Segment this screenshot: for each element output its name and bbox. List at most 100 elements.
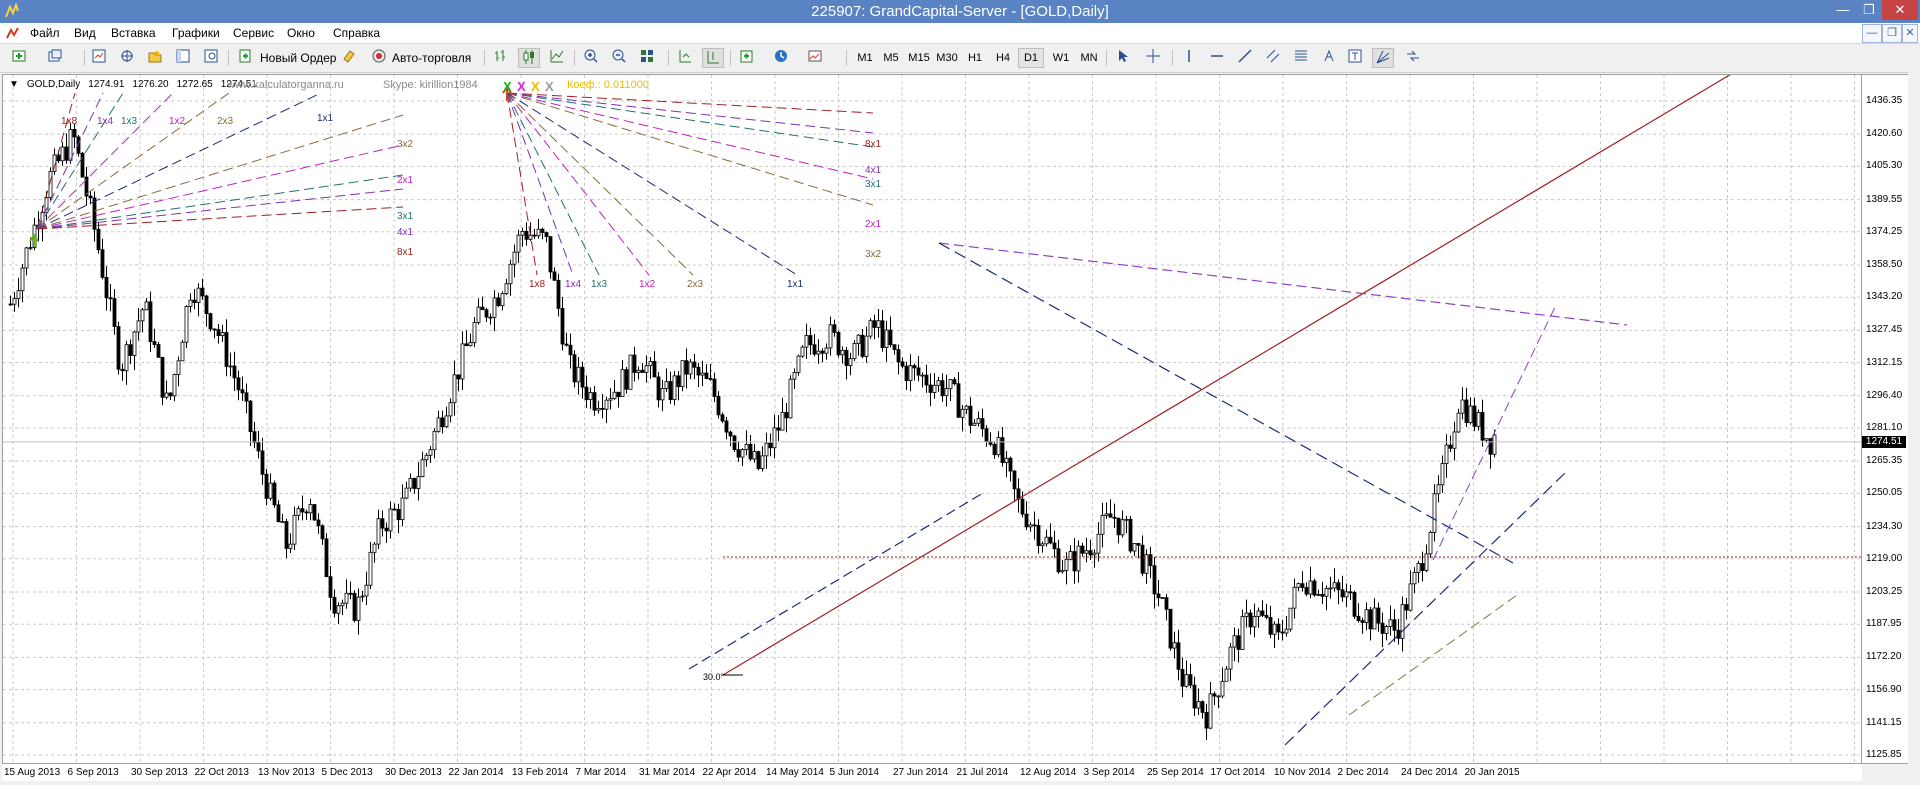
zoom-in-icon[interactable] [580, 48, 602, 68]
price-tick-label: 1125.85 [1866, 749, 1902, 760]
candle-body [924, 374, 929, 386]
candle-body [444, 415, 449, 428]
indicators-icon[interactable] [736, 48, 758, 68]
templates-icon[interactable] [804, 48, 826, 68]
arrows-icon[interactable] [1402, 48, 1424, 68]
menu-insert[interactable]: Вставка [111, 26, 156, 40]
chart-window-icon[interactable] [5, 25, 21, 41]
candle-body [124, 344, 129, 372]
auto-trading-button[interactable]: Авто-торговля [392, 48, 471, 68]
new-order-icon[interactable] [234, 48, 256, 68]
text-icon[interactable] [1318, 48, 1340, 68]
time-axis[interactable]: 15 Aug 2013 6 Sep 2013 30 Sep 2013 22 Oct 2… [2, 764, 1862, 781]
candle-body [288, 543, 293, 549]
timeframe-m1[interactable]: M1 [852, 48, 878, 68]
gann-fan-icon[interactable] [1372, 48, 1394, 68]
new-chart-icon[interactable] [8, 48, 30, 68]
timeframe-m5[interactable]: M5 [878, 48, 904, 68]
menu-file[interactable]: Файл [30, 26, 60, 40]
candle-body [1308, 580, 1313, 595]
chart-shift-icon[interactable] [702, 48, 724, 68]
price-chart[interactable]: ▼ GOLD,Daily 1274.91 1276.20 1272.65 1274.51 … [2, 74, 1862, 764]
timeframe-w1[interactable]: W1 [1048, 48, 1074, 68]
timeframe-m30[interactable]: M30 [934, 48, 960, 68]
auto-trading-icon[interactable] [368, 48, 390, 68]
time-tick-label: 30 Dec 2013 [385, 767, 442, 778]
menu-charts[interactable]: Графики [172, 26, 220, 40]
navigator-icon[interactable] [144, 48, 166, 68]
time-tick-label: 13 Nov 2013 [258, 767, 315, 778]
marker-x-gray[interactable]: X [545, 79, 554, 94]
time-tick-label: 15 Aug 2013 [4, 767, 61, 778]
price-tick-label: 1405.30 [1866, 160, 1903, 172]
menu-tools[interactable]: Сервис [233, 26, 274, 40]
candle-body [632, 354, 637, 373]
zoom-out-icon[interactable] [608, 48, 630, 68]
data-window-icon[interactable] [116, 48, 138, 68]
timeframe-d1[interactable]: D1 [1018, 48, 1044, 68]
terminal-icon[interactable] [172, 48, 194, 68]
new-order-button[interactable]: Новый Ордер [260, 48, 336, 68]
candle-body [980, 418, 985, 430]
candle-body [1132, 543, 1137, 552]
price-axis[interactable]: 1436.35 1420.60 1405.30 1389.55 1374.25 1358.… [1862, 74, 1908, 764]
candle-body [544, 232, 549, 237]
marker-x-yellow[interactable]: X [531, 79, 540, 94]
candle-body [152, 341, 157, 345]
candle-body [12, 298, 17, 305]
gann-fan2-ray [506, 92, 538, 276]
metaeditor-icon[interactable] [338, 48, 360, 68]
text-label-icon[interactable] [1344, 48, 1366, 68]
profiles-icon[interactable] [44, 48, 66, 68]
trendline-icon[interactable] [1234, 48, 1256, 68]
periods-icon[interactable] [770, 48, 792, 68]
horizontal-line-icon[interactable] [1206, 48, 1228, 68]
menu-view[interactable]: Вид [74, 26, 96, 40]
candlestick-chart-icon[interactable] [518, 48, 540, 68]
candle-body [452, 374, 457, 404]
line-chart-icon[interactable] [546, 48, 568, 68]
cursor-icon[interactable] [1112, 48, 1134, 68]
time-tick-label: 2 Dec 2014 [1337, 767, 1389, 778]
candle-body [108, 297, 113, 300]
candle-body [328, 576, 333, 598]
strategy-tester-icon[interactable] [200, 48, 222, 68]
auto-scroll-icon[interactable] [674, 48, 696, 68]
vertical-line-icon[interactable] [1178, 48, 1200, 68]
candle-body [656, 376, 661, 401]
timeframe-h4[interactable]: H4 [990, 48, 1016, 68]
close-button[interactable]: ✕ [1882, 0, 1918, 20]
candle-body [1356, 615, 1361, 621]
marker-x-green[interactable]: X [503, 79, 512, 94]
minimize-button[interactable]: — [1830, 0, 1856, 20]
equidistant-channel-icon[interactable] [1262, 48, 1284, 68]
tile-windows-icon[interactable] [636, 48, 658, 68]
candle-body [1168, 608, 1173, 649]
crosshair-icon[interactable] [1142, 48, 1164, 68]
right-scrollbar[interactable] [1908, 44, 1920, 785]
fan2-label-3x2: 3x2 [865, 249, 882, 260]
chart-canvas[interactable] [3, 75, 1861, 763]
timeframe-m15[interactable]: M15 [906, 48, 932, 68]
market-watch-icon[interactable] [88, 48, 110, 68]
candle-body [1216, 695, 1221, 698]
fan1-label-1x3: 1x3 [121, 116, 138, 127]
chart-minimize-button[interactable]: — [1862, 24, 1882, 43]
candle-body [308, 504, 313, 514]
candle-body [624, 369, 629, 390]
candle-body [1072, 551, 1077, 572]
candle-body [284, 521, 289, 549]
chart-close-button[interactable]: ✕ [1902, 24, 1918, 43]
candle-body [832, 324, 837, 333]
menu-window[interactable]: Окно [287, 26, 315, 40]
chart-restore-button[interactable]: ❐ [1882, 24, 1902, 43]
marker-x-magenta[interactable]: X [517, 79, 526, 94]
fibonacci-icon[interactable] [1290, 48, 1312, 68]
timeframe-h1[interactable]: H1 [962, 48, 988, 68]
bar-chart-icon[interactable] [490, 48, 512, 68]
timeframe-mn[interactable]: MN [1076, 48, 1102, 68]
candle-body [1432, 493, 1437, 533]
candle-body [1408, 583, 1413, 611]
maximize-button[interactable]: ❐ [1856, 0, 1882, 20]
menu-help[interactable]: Справка [333, 26, 380, 40]
